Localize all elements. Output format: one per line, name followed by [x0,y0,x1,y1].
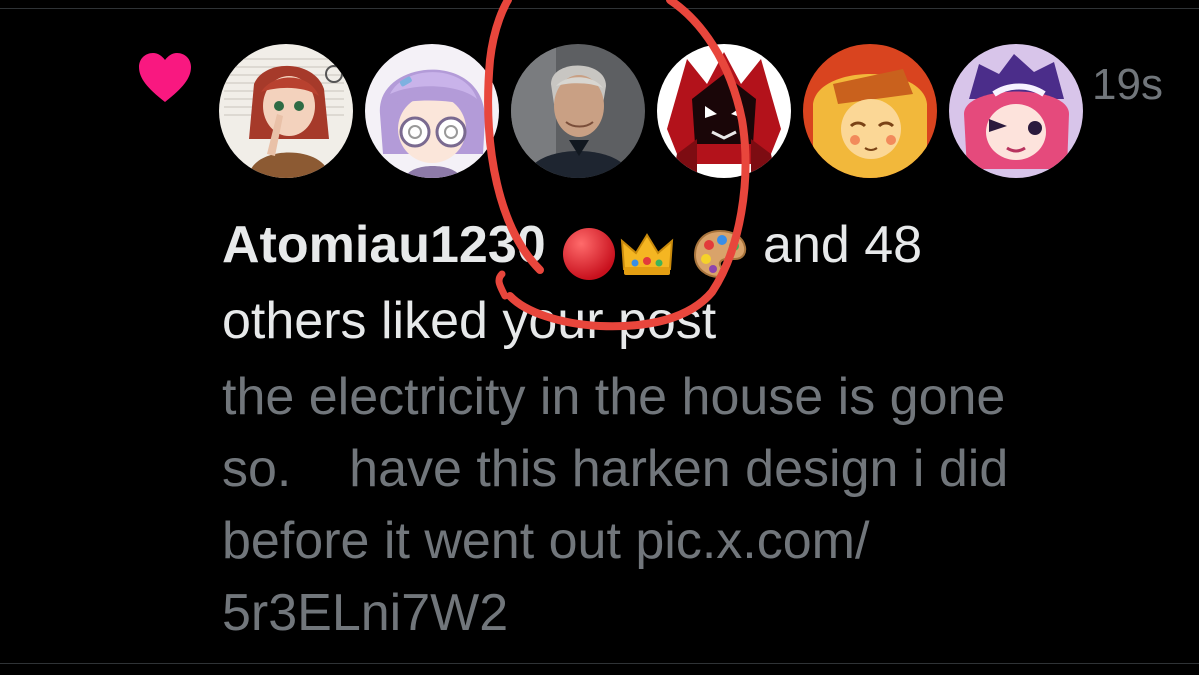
notification-summary: Atomiau1230 and 48 others liked your pos… [222,210,1182,356]
post-preview[interactable]: the electricity in the house is gone so.… [222,361,1182,649]
artist-palette-emoji [691,216,749,286]
liker-avatars [219,44,1083,178]
crown-emoji [618,216,676,286]
avatar-6[interactable] [949,44,1083,178]
avatar-2[interactable] [365,44,499,178]
heart-icon [139,53,191,102]
summary-count: and 48 [748,216,923,274]
red-circle-emoji [560,216,618,286]
timestamp: 19s [1092,60,1163,109]
username-link[interactable]: Atomiau1230 [222,216,546,274]
avatar-4[interactable] [657,44,791,178]
top-divider [0,8,1199,9]
bottom-divider [0,663,1199,664]
avatar-5[interactable] [803,44,937,178]
avatar-3[interactable] [511,44,645,178]
avatar-1[interactable] [219,44,353,178]
notification-screen: 19s Atomiau1230 and 48 others liked your… [0,0,1199,675]
summary-action: others liked your post [222,292,717,350]
